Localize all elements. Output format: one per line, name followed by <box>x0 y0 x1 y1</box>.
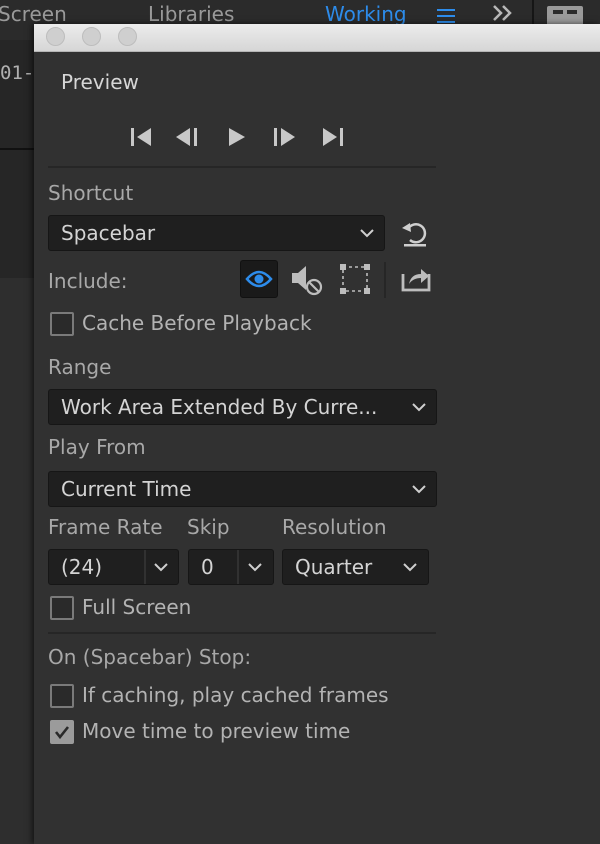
zoom-window-button[interactable] <box>118 27 137 46</box>
full-screen-checkbox[interactable] <box>50 596 74 620</box>
close-window-button[interactable] <box>46 27 65 46</box>
tab-working[interactable]: Working <box>325 2 407 26</box>
divider <box>48 632 436 634</box>
chevron-down-icon <box>412 403 426 412</box>
checkmark-icon <box>54 726 70 740</box>
tab-screen[interactable]: Screen <box>0 2 67 26</box>
on-stop-label: On (Spacebar) Stop: <box>48 645 252 669</box>
cache-before-playback-checkbox[interactable] <box>50 312 74 336</box>
include-video-toggle[interactable] <box>240 260 278 298</box>
include-audio-muted-icon[interactable] <box>288 260 326 298</box>
shortcut-label: Shortcut <box>48 181 134 205</box>
overflow-chevrons-icon[interactable] <box>492 4 514 22</box>
chevron-down-icon[interactable] <box>153 562 169 572</box>
first-frame-icon[interactable] <box>127 124 157 150</box>
chevron-down-icon <box>412 485 426 494</box>
range-label: Range <box>48 355 112 379</box>
workspace-menu-icon[interactable] <box>437 8 455 24</box>
shortcut-value: Spacebar <box>61 221 156 245</box>
resolution-label: Resolution <box>282 515 387 539</box>
if-caching-label: If caching, play cached frames <box>82 683 389 707</box>
resolution-dropdown[interactable]: Quarter <box>282 549 429 585</box>
export-preview-icon[interactable] <box>397 260 435 298</box>
preview-window: Preview Shortcut Spacebar Include: Cache… <box>34 24 600 844</box>
project-panel-divider <box>0 148 36 150</box>
minimize-window-button[interactable] <box>82 27 101 46</box>
range-dropdown[interactable]: Work Area Extended By Curre... <box>48 389 437 425</box>
play-from-value: Current Time <box>61 477 192 501</box>
play-icon[interactable] <box>222 124 252 150</box>
skip-value: 0 <box>201 555 214 579</box>
timecode-fragment: 01- <box>0 62 35 84</box>
eye-icon <box>245 270 273 288</box>
include-divider <box>384 262 386 298</box>
frame-rate-label: Frame Rate <box>48 515 163 539</box>
chevron-down-icon <box>360 229 374 238</box>
frame-rate-divider <box>144 550 146 584</box>
cache-before-playback-label: Cache Before Playback <box>82 311 312 335</box>
divider <box>48 166 436 168</box>
skip-dropdown[interactable]: 0 <box>188 549 274 585</box>
move-time-checkbox[interactable] <box>50 720 74 744</box>
last-frame-icon[interactable] <box>318 124 348 150</box>
if-caching-checkbox[interactable] <box>50 684 74 708</box>
resolution-value: Quarter <box>295 555 373 579</box>
window-titlebar[interactable] <box>34 24 600 52</box>
chevron-down-icon <box>403 563 417 572</box>
chevron-down-icon[interactable] <box>247 562 263 572</box>
next-frame-icon[interactable] <box>270 124 300 150</box>
skip-label: Skip <box>187 515 230 539</box>
play-from-label: Play From <box>48 435 146 459</box>
include-overlays-icon[interactable] <box>336 260 374 298</box>
include-label: Include: <box>48 269 128 293</box>
previous-frame-icon[interactable] <box>172 124 202 150</box>
tab-libraries[interactable]: Libraries <box>148 2 234 26</box>
shortcut-dropdown[interactable]: Spacebar <box>48 215 385 251</box>
play-from-dropdown[interactable]: Current Time <box>48 471 437 507</box>
frame-rate-dropdown[interactable]: (24) <box>48 549 179 585</box>
tabs-divider <box>532 0 534 26</box>
timeline-strip <box>0 278 36 844</box>
move-time-label: Move time to preview time <box>82 719 351 743</box>
range-value: Work Area Extended By Curre... <box>61 395 378 419</box>
workspace-settings-icon[interactable] <box>545 4 585 26</box>
full-screen-label: Full Screen <box>82 595 192 619</box>
reset-shortcut-icon[interactable] <box>400 220 430 248</box>
panel-title: Preview <box>61 70 139 94</box>
skip-divider <box>237 550 239 584</box>
frame-rate-value: (24) <box>61 555 103 579</box>
